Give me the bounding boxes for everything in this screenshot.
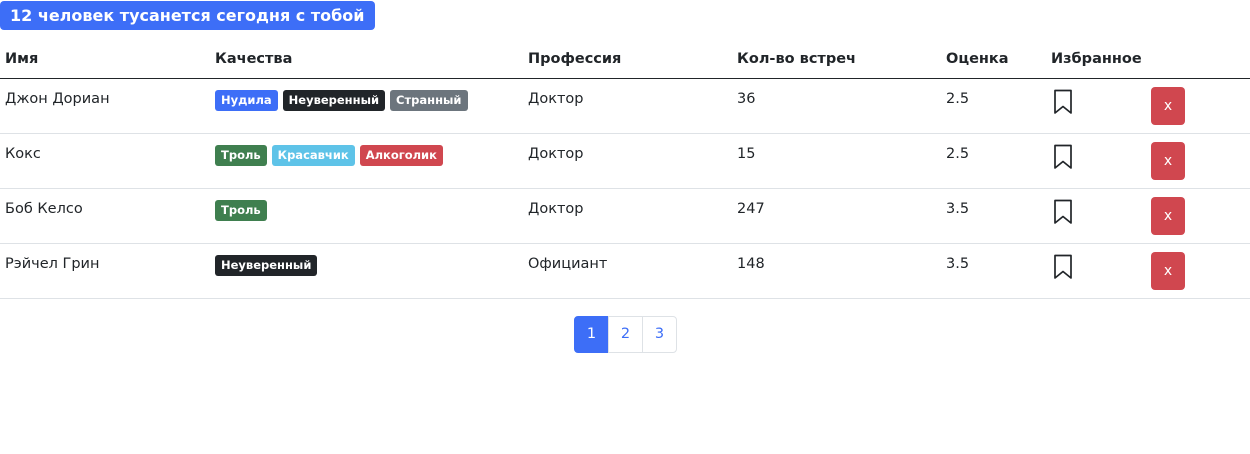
qualities-cell: Троль	[210, 188, 523, 244]
profession-cell: Доктор	[523, 78, 732, 134]
delete-button[interactable]: x	[1151, 252, 1185, 290]
favorite-cell: x	[1046, 78, 1250, 134]
profession-cell: Доктор	[523, 133, 732, 189]
table-row: Рэйчел Грин Неуверенный Официант 148 3.5 x	[0, 243, 1250, 299]
delete-button[interactable]: x	[1151, 87, 1185, 125]
rate-cell: 2.5	[941, 133, 1046, 189]
profession: Официант	[528, 256, 608, 272]
profession-cell: Доктор	[523, 188, 732, 244]
rate: 2.5	[946, 146, 970, 162]
table-row: Кокс Троль Красавчик Алкоголик Доктор 15 2.5 x	[0, 133, 1250, 189]
qualities-cell: Неуверенный	[210, 243, 523, 299]
profession: Доктор	[528, 146, 584, 162]
bookmark-icon[interactable]	[1053, 89, 1073, 115]
column-header-qualities: Качества	[210, 40, 523, 79]
profession-cell: Официант	[523, 243, 732, 299]
user-name: Кокс	[5, 146, 41, 162]
qualities-list: Нудила Неуверенный Странный	[215, 79, 523, 111]
column-header-meetings: Кол-во встреч	[732, 40, 941, 79]
delete-button[interactable]: x	[1151, 197, 1185, 235]
name-cell: Кокс	[0, 133, 210, 189]
meetings-cell: 247	[732, 188, 941, 244]
bookmark-icon[interactable]	[1053, 199, 1073, 225]
table-header-row: Имя Качества Профессия Кол-во встреч Оце…	[0, 40, 1250, 79]
favorite-cell: x	[1046, 188, 1250, 244]
meetings-cell: 36	[732, 78, 941, 134]
favorite-cell: x	[1046, 133, 1250, 189]
qualities-list: Неуверенный	[215, 244, 523, 276]
meetings-count: 148	[737, 256, 765, 272]
qualities-list: Троль Красавчик Алкоголик	[215, 134, 523, 166]
bookmark-icon[interactable]	[1053, 144, 1073, 170]
bookmark-icon[interactable]	[1053, 254, 1073, 280]
rate-cell: 3.5	[941, 188, 1046, 244]
profession: Доктор	[528, 201, 584, 217]
table-row: Джон Дориан Нудила Неуверенный Странный Докт…	[0, 78, 1250, 134]
column-header-name: Имя	[0, 40, 210, 79]
people-count-badge: 12 человек тусанется сегодня с тобой	[0, 1, 376, 30]
column-header-profession: Профессия	[523, 40, 732, 79]
user-name: Джон Дориан	[5, 91, 110, 107]
quality-badge: Неуверенный	[215, 255, 318, 276]
quality-badge: Троль	[215, 145, 267, 166]
name-cell: Боб Келсо	[0, 188, 210, 244]
meetings-count: 36	[737, 91, 756, 107]
quality-badge: Красавчик	[271, 145, 355, 166]
meetings-count: 247	[737, 201, 765, 217]
column-header-rate: Оценка	[941, 40, 1046, 79]
user-name: Боб Келсо	[5, 201, 83, 217]
users-table: Имя Качества Профессия Кол-во встреч Оце…	[0, 40, 1250, 299]
users-page: 12 человек тусанется сегодня с тобой Имя…	[0, 0, 1250, 454]
rate: 2.5	[946, 91, 970, 107]
qualities-cell: Нудила Неуверенный Странный	[210, 78, 523, 134]
favorite-cell: x	[1046, 243, 1250, 299]
page-button-3[interactable]: 3	[642, 316, 677, 353]
name-cell: Рэйчел Грин	[0, 243, 210, 299]
user-name: Рэйчел Грин	[5, 256, 100, 272]
rate: 3.5	[946, 256, 970, 272]
page-button-1[interactable]: 1	[574, 316, 609, 353]
quality-badge: Неуверенный	[282, 90, 386, 111]
delete-button[interactable]: x	[1151, 142, 1185, 180]
pagination: 123	[574, 316, 677, 353]
qualities-list: Троль	[215, 189, 523, 221]
meetings-count: 15	[737, 146, 756, 162]
quality-badge: Алкоголик	[359, 145, 443, 166]
rate-cell: 2.5	[941, 78, 1046, 134]
qualities-cell: Троль Красавчик Алкоголик	[210, 133, 523, 189]
column-header-favorite: Избранное	[1046, 40, 1250, 79]
quality-badge: Троль	[215, 200, 267, 221]
meetings-cell: 15	[732, 133, 941, 189]
table-row: Боб Келсо Троль Доктор 247 3.5 x	[0, 188, 1250, 244]
rate-cell: 3.5	[941, 243, 1046, 299]
quality-badge: Странный	[390, 90, 468, 111]
page-button-2[interactable]: 2	[608, 316, 643, 353]
quality-badge: Нудила	[215, 90, 278, 111]
rate: 3.5	[946, 201, 970, 217]
meetings-cell: 148	[732, 243, 941, 299]
name-cell: Джон Дориан	[0, 78, 210, 134]
profession: Доктор	[528, 91, 584, 107]
